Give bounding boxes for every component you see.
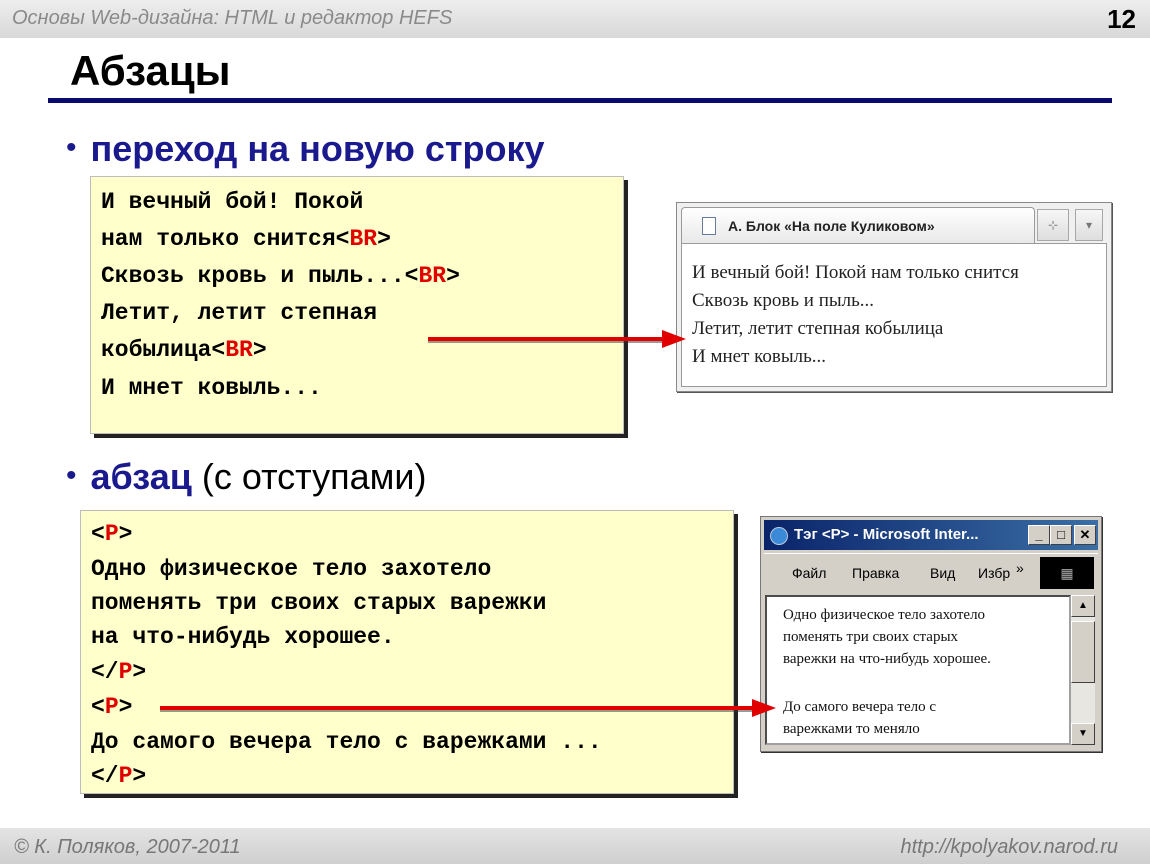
minimize-button[interactable]: _ xyxy=(1028,525,1050,545)
rendered-line: И мнет ковыль... xyxy=(692,346,827,367)
bullet-heading-bold: абзац xyxy=(90,456,192,497)
tab-menu-button[interactable]: ▾ xyxy=(1075,209,1103,241)
window-title: Тэг <P> - Microsoft Inter... xyxy=(794,526,979,543)
bullet-marker: • xyxy=(66,459,77,492)
rendered-line: И вечный бой! Покой нам только снится xyxy=(692,262,1019,283)
code-line: <P> xyxy=(91,694,133,720)
bullet-paragraph: • абзац (с отступами) xyxy=(66,456,426,498)
code-line: И мнет ковыль... xyxy=(101,375,322,401)
browser-tab[interactable]: А. Блок «На поле Куликовом» xyxy=(681,207,1035,244)
arrow-2 xyxy=(160,699,776,717)
code-line: Летит, летит степная xyxy=(101,300,378,326)
bullet-marker: • xyxy=(66,131,77,164)
rendered-line: варежками то меняло xyxy=(783,721,920,737)
scroll-thumb[interactable] xyxy=(1071,621,1095,683)
window-titlebar[interactable]: Тэг <P> - Microsoft Inter... _ □ ✕ xyxy=(764,520,1098,550)
code-line: Одно физическое тело захотело xyxy=(91,556,492,582)
code-line: И вечный бой! Покой xyxy=(101,189,364,215)
bullet-heading-rest: (с отступами) xyxy=(191,456,427,497)
rendered-line: До самого вечера тело с xyxy=(783,699,936,715)
vertical-scrollbar[interactable]: ▲ ▼ xyxy=(1071,595,1095,745)
menu-bar: Файл Правка Вид Избр » ▦ xyxy=(764,553,1098,592)
code-line: кобылица<BR> xyxy=(101,337,267,363)
code-line: </P> xyxy=(91,763,147,789)
ie-window: Тэг <P> - Microsoft Inter... _ □ ✕ Файл … xyxy=(760,516,1102,752)
rendered-line: Одно физическое тело захотело xyxy=(783,607,986,623)
code-line: на что-нибудь хорошее. xyxy=(91,624,395,650)
bullet-heading: переход на новую строку xyxy=(90,128,545,169)
tab-title: А. Блок «На поле Куликовом» xyxy=(728,218,935,234)
footer-author: © К. Поляков, 2007-2011 xyxy=(14,836,241,858)
rendered-line: поменять три своих старых xyxy=(783,629,959,645)
ie-logo-icon xyxy=(770,527,788,545)
close-button[interactable]: ✕ xyxy=(1074,525,1096,545)
footer-url[interactable]: http://kpolyakov.narod.ru xyxy=(900,836,1118,859)
page-number: 12 xyxy=(1107,4,1136,34)
menu-view[interactable]: Вид xyxy=(930,565,955,581)
title-underline xyxy=(48,98,1112,103)
menu-more-chevron[interactable]: » xyxy=(1016,560,1024,576)
rendered-line: Сквозь кровь и пыль... xyxy=(692,290,875,311)
rendered-line: Летит, летит степная кобылица xyxy=(692,318,944,339)
browser-window-br: А. Блок «На поле Куликовом» ⊹ ▾ И вечный… xyxy=(676,202,1112,392)
code-line: Сквозь кровь и пыль...<BR> xyxy=(101,263,460,289)
code-line: нам только снится<BR> xyxy=(101,226,391,252)
page-content: Одно физическое тело захотело поменять т… xyxy=(765,595,1071,745)
code-line: поменять три своих старых варежки xyxy=(91,590,547,616)
menu-file[interactable]: Файл xyxy=(792,565,826,581)
code-line: </P> xyxy=(91,659,147,685)
maximize-button[interactable]: □ xyxy=(1050,525,1072,545)
scroll-up-icon[interactable]: ▲ xyxy=(1071,595,1095,617)
scroll-down-icon[interactable]: ▼ xyxy=(1071,723,1095,745)
code-line: <P> xyxy=(91,521,133,547)
document-icon xyxy=(702,217,716,235)
windows-logo-icon: ▦ xyxy=(1040,557,1094,589)
new-tab-button[interactable]: ⊹ xyxy=(1037,209,1069,241)
menu-edit[interactable]: Правка xyxy=(852,565,899,581)
rendered-line: варежки на что-нибудь хорошее. xyxy=(783,651,991,667)
menu-favorites[interactable]: Избр xyxy=(978,565,1010,581)
arrow-1 xyxy=(428,330,686,348)
code-line: До самого вечера тело с варежками ... xyxy=(91,729,602,755)
code-block-p: <P> Одно физическое тело захотело поменя… xyxy=(80,510,734,794)
bullet-line-break: • переход на новую строку xyxy=(66,128,545,170)
footer-bar: © К. Поляков, 2007-2011 http://kpolyakov… xyxy=(0,828,1150,864)
course-title: Основы Web-дизайна: HTML и редактор HEFS xyxy=(12,7,453,29)
slide-title: Абзацы xyxy=(70,47,231,94)
page-content: И вечный бой! Покой нам только снится Ск… xyxy=(681,243,1107,387)
header-bar: Основы Web-дизайна: HTML и редактор HEFS… xyxy=(0,0,1150,38)
code-block-br: И вечный бой! Покой нам только снится<BR… xyxy=(90,176,624,434)
